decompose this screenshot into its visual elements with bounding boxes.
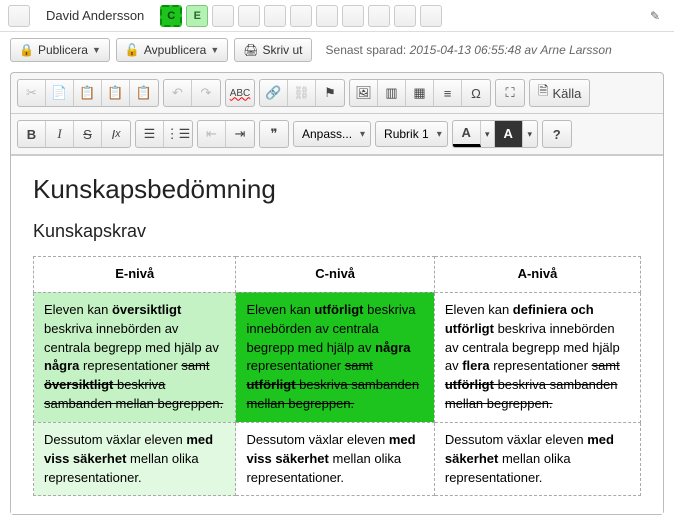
image-icon[interactable]: 🖼 — [350, 80, 378, 106]
lock-icon: 🔒 — [19, 43, 34, 57]
anchor-icon[interactable]: ⚑ — [316, 80, 344, 106]
tab-blank[interactable] — [394, 5, 416, 27]
cell-e: Eleven kan översiktligt beskriva innebör… — [34, 292, 236, 422]
print-button[interactable]: 🖨 Skriv ut — [234, 38, 311, 62]
indent-icon[interactable]: ⇥ — [226, 121, 254, 147]
font-select[interactable]: Anpass... — [293, 121, 371, 147]
bg-color-caret[interactable]: ▾ — [523, 121, 537, 147]
removeformat-button[interactable]: Ix — [102, 121, 130, 147]
paste-icon[interactable]: 📋 — [74, 80, 102, 106]
table-row: Eleven kan översiktligt beskriva innebör… — [34, 292, 641, 422]
toolbar-row-1: ✂ 📄 📋 📋 📋 ↶ ↷ ABC 🔗 ⛓ ⚑ 🖼 ▥ ▦ ≡ Ω ⛶ — [11, 73, 663, 114]
grade-tab-c[interactable]: C — [160, 5, 182, 27]
saved-label: Senast sparad: — [326, 43, 407, 57]
media-icon[interactable]: ▥ — [378, 80, 406, 106]
section-title: Kunskapskrav — [33, 221, 641, 242]
source-button[interactable]: 🗎 Källa — [530, 80, 589, 106]
tab-blank[interactable] — [316, 5, 338, 27]
heading-select-label: Rubrik 1 — [384, 127, 429, 141]
action-bar: 🔒 Publicera ▼ 🔓 Avpublicera ▼ 🖨 Skriv ut… — [0, 32, 674, 68]
editor-content[interactable]: Kunskapsbedömning Kunskapskrav E-nivå C-… — [11, 155, 663, 514]
cell-e: Dessutom växlar eleven med viss säkerhet… — [34, 422, 236, 496]
paste-text-icon[interactable]: 📋 — [102, 80, 130, 106]
source-icon: 🗎 — [538, 82, 548, 104]
publish-button[interactable]: 🔒 Publicera ▼ — [10, 38, 110, 62]
source-label: Källa — [552, 86, 581, 101]
tab-blank[interactable] — [342, 5, 364, 27]
table-row: Dessutom växlar eleven med viss säkerhet… — [34, 422, 641, 496]
col-header-a: A-nivå — [434, 257, 640, 293]
save-info: Senast sparad: 2015-04-13 06:55:48 av Ar… — [326, 43, 612, 57]
bullet-list-icon[interactable]: ⋮☰ — [164, 121, 192, 147]
specialchar-icon[interactable]: Ω — [462, 80, 490, 106]
font-select-label: Anpass... — [302, 127, 352, 141]
link-icon[interactable]: 🔗 — [260, 80, 288, 106]
unpublish-button[interactable]: 🔓 Avpublicera ▼ — [116, 38, 228, 62]
cut-icon[interactable]: ✂ — [18, 80, 46, 106]
table-icon[interactable]: ▦ — [406, 80, 434, 106]
grade-tab-e[interactable]: E — [186, 5, 208, 27]
strike-button[interactable]: S — [74, 121, 102, 147]
blockquote-icon[interactable]: ❞ — [260, 121, 288, 147]
tab-blank[interactable] — [290, 5, 312, 27]
cell-a: Eleven kan definiera och utförligt beskr… — [434, 292, 640, 422]
tab-blank[interactable] — [8, 5, 30, 27]
text-color-caret[interactable]: ▾ — [481, 121, 495, 147]
bg-color-button[interactable]: A — [495, 121, 523, 147]
tab-blank[interactable] — [238, 5, 260, 27]
italic-button[interactable]: I — [46, 121, 74, 147]
paste-word-icon[interactable]: 📋 — [130, 80, 158, 106]
help-button[interactable]: ? — [543, 121, 571, 147]
page-title: Kunskapsbedömning — [33, 174, 641, 205]
heading-select[interactable]: Rubrik 1 — [375, 121, 448, 147]
toolbar-row-2: B I S Ix ☰ ⋮☰ ⇤ ⇥ ❞ Anpass... Rubrik 1 A… — [11, 114, 663, 155]
redo-icon[interactable]: ↷ — [192, 80, 220, 106]
rubric-table: E-nivå C-nivå A-nivå Eleven kan översikt… — [33, 256, 641, 496]
print-icon: 🖨 — [243, 43, 258, 57]
outdent-icon[interactable]: ⇤ — [198, 121, 226, 147]
saved-timestamp: 2015-04-13 06:55:48 — [410, 43, 521, 57]
tab-blank[interactable] — [264, 5, 286, 27]
caret-icon: ▼ — [210, 45, 219, 55]
student-name: David Andersson — [34, 4, 156, 27]
cell-c: Dessutom växlar eleven med viss säkerhet… — [236, 422, 434, 496]
saved-by: Arne Larsson — [540, 43, 611, 57]
unlink-icon[interactable]: ⛓ — [288, 80, 316, 106]
tab-blank[interactable] — [420, 5, 442, 27]
tab-blank[interactable] — [212, 5, 234, 27]
maximize-icon[interactable]: ⛶ — [496, 80, 524, 106]
unpublish-label: Avpublicera — [144, 43, 206, 57]
cell-c: Eleven kan utförligt beskriva innebörden… — [236, 292, 434, 422]
text-color-button[interactable]: A — [453, 121, 481, 147]
cell-a: Dessutom växlar eleven med säkerhet mell… — [434, 422, 640, 496]
hr-icon[interactable]: ≡ — [434, 80, 462, 106]
editor: ✂ 📄 📋 📋 📋 ↶ ↷ ABC 🔗 ⛓ ⚑ 🖼 ▥ ▦ ≡ Ω ⛶ — [10, 72, 664, 515]
expand-icon[interactable]: ✎ — [644, 5, 666, 27]
unlock-icon: 🔓 — [125, 43, 140, 57]
tab-blank[interactable] — [368, 5, 390, 27]
col-header-c: C-nivå — [236, 257, 434, 293]
numbered-list-icon[interactable]: ☰ — [136, 121, 164, 147]
print-label: Skriv ut — [263, 43, 303, 57]
col-header-e: E-nivå — [34, 257, 236, 293]
saved-by-prefix: av — [524, 43, 537, 57]
top-bar: David Andersson C E ✎ — [0, 0, 674, 32]
spellcheck-icon[interactable]: ABC — [226, 80, 254, 106]
caret-icon: ▼ — [92, 45, 101, 55]
copy-icon[interactable]: 📄 — [46, 80, 74, 106]
publish-label: Publicera — [38, 43, 88, 57]
bold-button[interactable]: B — [18, 121, 46, 147]
undo-icon[interactable]: ↶ — [164, 80, 192, 106]
